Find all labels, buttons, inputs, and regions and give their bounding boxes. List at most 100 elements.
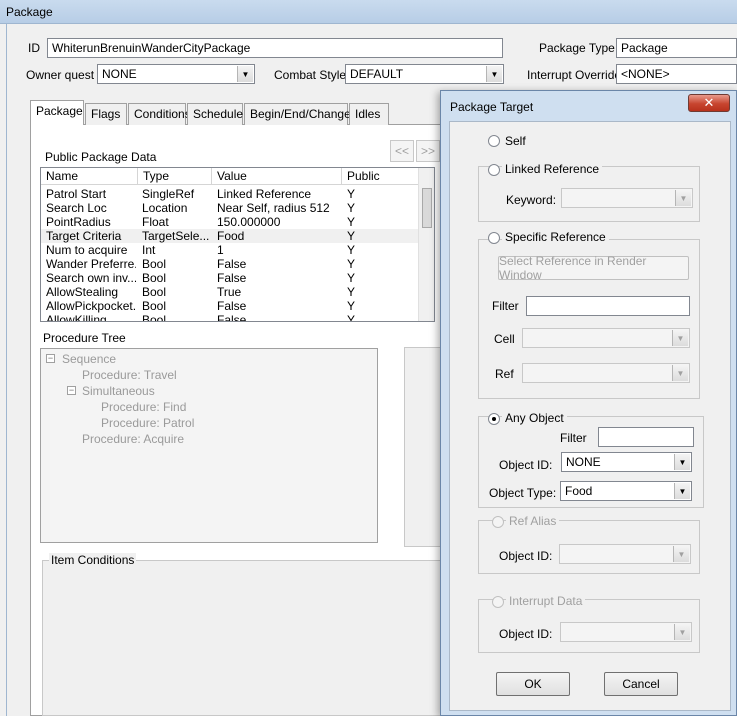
ref-combo[interactable]: ▼ bbox=[522, 363, 690, 383]
tree-node-find[interactable]: Procedure: Find bbox=[101, 400, 186, 414]
chevron-down-icon: ▼ bbox=[675, 190, 691, 206]
combat-style-combo[interactable]: DEFAULT ▼ bbox=[345, 64, 504, 84]
tab-schedule[interactable]: Schedule bbox=[187, 103, 243, 125]
package-type-combo[interactable]: Package bbox=[616, 38, 737, 58]
object-type-combo[interactable]: Food ▼ bbox=[560, 481, 692, 501]
close-button[interactable]: ✕ bbox=[688, 94, 730, 112]
id-input[interactable]: WhiterunBrenuinWanderCityPackage bbox=[47, 38, 503, 58]
tree-node-sequence[interactable]: Sequence bbox=[62, 352, 116, 366]
object-id-combo[interactable]: NONE ▼ bbox=[561, 452, 692, 472]
tab-package[interactable]: Package bbox=[30, 100, 84, 125]
linked-reference-radio[interactable] bbox=[488, 164, 500, 176]
collapse-icon[interactable]: − bbox=[67, 386, 76, 395]
interrupt-override-combo[interactable]: <NONE> bbox=[616, 64, 737, 84]
tab-flags[interactable]: Flags bbox=[85, 103, 127, 125]
column-header-type[interactable]: Type bbox=[138, 168, 212, 185]
combat-style-value: DEFAULT bbox=[350, 67, 404, 81]
table-row[interactable]: Patrol Start SingleRef Linked Reference … bbox=[41, 187, 419, 201]
filter-label: Filter bbox=[492, 299, 519, 313]
chevron-down-icon: ▼ bbox=[673, 546, 689, 562]
table-row[interactable]: Search Loc Location Near Self, radius 51… bbox=[41, 201, 419, 215]
column-header-name[interactable]: Name bbox=[41, 168, 138, 185]
chevron-down-icon: ▼ bbox=[672, 365, 688, 381]
table-row[interactable]: Wander Preferre... Bool False Y bbox=[41, 257, 419, 271]
table-row[interactable]: Search own inv... Bool False Y bbox=[41, 271, 419, 285]
filter-input[interactable] bbox=[526, 296, 690, 316]
tree-node-acquire[interactable]: Procedure: Acquire bbox=[82, 432, 184, 446]
interrupt-override-label: Interrupt Override bbox=[527, 68, 622, 82]
table-row[interactable]: PointRadius Float 150.000000 Y bbox=[41, 215, 419, 229]
interrupt-object-id-label: Object ID: bbox=[499, 627, 553, 641]
cell-public: Y bbox=[347, 313, 356, 322]
interrupt-object-id-combo[interactable]: ▼ bbox=[560, 622, 692, 642]
keyword-combo[interactable]: ▼ bbox=[561, 188, 693, 208]
table-row[interactable]: AllowStealing Bool True Y bbox=[41, 285, 419, 299]
cell-public: Y bbox=[347, 201, 356, 215]
cell-public: Y bbox=[347, 257, 356, 271]
close-icon: ✕ bbox=[703, 95, 715, 110]
cell-value: Food bbox=[217, 229, 245, 243]
cell-value: False bbox=[217, 299, 247, 313]
owner-quest-label: Owner quest bbox=[26, 68, 95, 82]
column-header-public[interactable]: Public bbox=[342, 168, 419, 185]
interrupt-data-radio[interactable] bbox=[492, 596, 504, 608]
chevron-down-icon: ▼ bbox=[237, 66, 253, 82]
tree-node-simultaneous[interactable]: Simultaneous bbox=[82, 384, 155, 398]
package-target-dialog: Package Target ✕ Self Linked Reference K… bbox=[440, 90, 737, 716]
any-object-radio[interactable] bbox=[488, 413, 500, 425]
next-button[interactable]: >> bbox=[416, 140, 440, 162]
public-data-grid[interactable]: Name Type Value Public Patrol Start Sing… bbox=[40, 167, 435, 322]
cell-public: Y bbox=[347, 243, 356, 257]
combat-style-label: Combat Style bbox=[274, 68, 347, 82]
cell-value: False bbox=[217, 257, 247, 271]
any-object-filter-input[interactable] bbox=[598, 427, 694, 447]
cell-name: AllowPickpocket... bbox=[46, 299, 136, 313]
cell-public: Y bbox=[347, 271, 356, 285]
cell-public: Y bbox=[347, 299, 356, 313]
procedure-tree[interactable]: − Sequence Procedure: Travel − Simultane… bbox=[40, 348, 378, 543]
cell-value: Near Self, radius 512 bbox=[217, 201, 330, 215]
cell-value: Linked Reference bbox=[217, 187, 312, 201]
cell-value: False bbox=[217, 313, 247, 322]
self-radio[interactable] bbox=[488, 135, 500, 147]
table-row[interactable]: AllowKilling Bool False Y bbox=[41, 313, 419, 322]
grid-scrollbar[interactable] bbox=[418, 168, 434, 321]
chevron-down-icon: ▼ bbox=[672, 330, 688, 346]
tab-idles[interactable]: Idles bbox=[349, 103, 389, 125]
specific-reference-radio[interactable] bbox=[488, 232, 500, 244]
dialog-body: Self Linked Reference Keyword: ▼ Specifi… bbox=[449, 121, 731, 711]
chevron-down-icon: ▼ bbox=[486, 66, 502, 82]
tree-node-travel[interactable]: Procedure: Travel bbox=[82, 368, 177, 382]
cell-combo[interactable]: ▼ bbox=[522, 328, 690, 348]
cell-type: Bool bbox=[142, 271, 167, 285]
cell-public: Y bbox=[347, 215, 356, 229]
select-reference-button[interactable]: Select Reference in Render Window bbox=[498, 254, 689, 282]
table-row[interactable]: Num to acquire Int 1 Y bbox=[41, 243, 419, 257]
cell-name: Wander Preferre... bbox=[46, 257, 136, 271]
tab-conditions[interactable]: Conditions bbox=[128, 103, 191, 125]
cell-type: Bool bbox=[142, 299, 167, 313]
procedure-tree-label: Procedure Tree bbox=[43, 331, 126, 345]
previous-button[interactable]: << bbox=[390, 140, 414, 162]
table-row-selected[interactable]: Target Criteria TargetSele... Food Y bbox=[41, 229, 419, 243]
owner-quest-combo[interactable]: NONE ▼ bbox=[97, 64, 255, 84]
tab-begin-end-change[interactable]: Begin/End/Change bbox=[244, 103, 351, 125]
ref-alias-radio[interactable] bbox=[492, 516, 504, 528]
cell-name: Patrol Start bbox=[46, 187, 107, 201]
cell-public: Y bbox=[347, 187, 356, 201]
collapse-icon[interactable]: − bbox=[46, 354, 55, 363]
cancel-button[interactable]: Cancel bbox=[604, 672, 678, 696]
window-title: Package bbox=[6, 5, 53, 19]
ok-button[interactable]: OK bbox=[496, 672, 570, 696]
table-row[interactable]: AllowPickpocket... Bool False Y bbox=[41, 299, 419, 313]
cell-type: TargetSele... bbox=[142, 229, 210, 243]
dialog-title: Package Target bbox=[450, 100, 534, 114]
cell-value: True bbox=[217, 285, 242, 299]
cell-label: Cell bbox=[494, 332, 515, 346]
specific-reference-label: Specific Reference bbox=[502, 230, 609, 244]
ref-alias-object-id-combo[interactable]: ▼ bbox=[559, 544, 691, 564]
tree-node-patrol[interactable]: Procedure: Patrol bbox=[101, 416, 194, 430]
column-header-value[interactable]: Value bbox=[212, 168, 342, 185]
scrollbar-thumb[interactable] bbox=[422, 188, 432, 228]
cell-type: Bool bbox=[142, 257, 167, 271]
